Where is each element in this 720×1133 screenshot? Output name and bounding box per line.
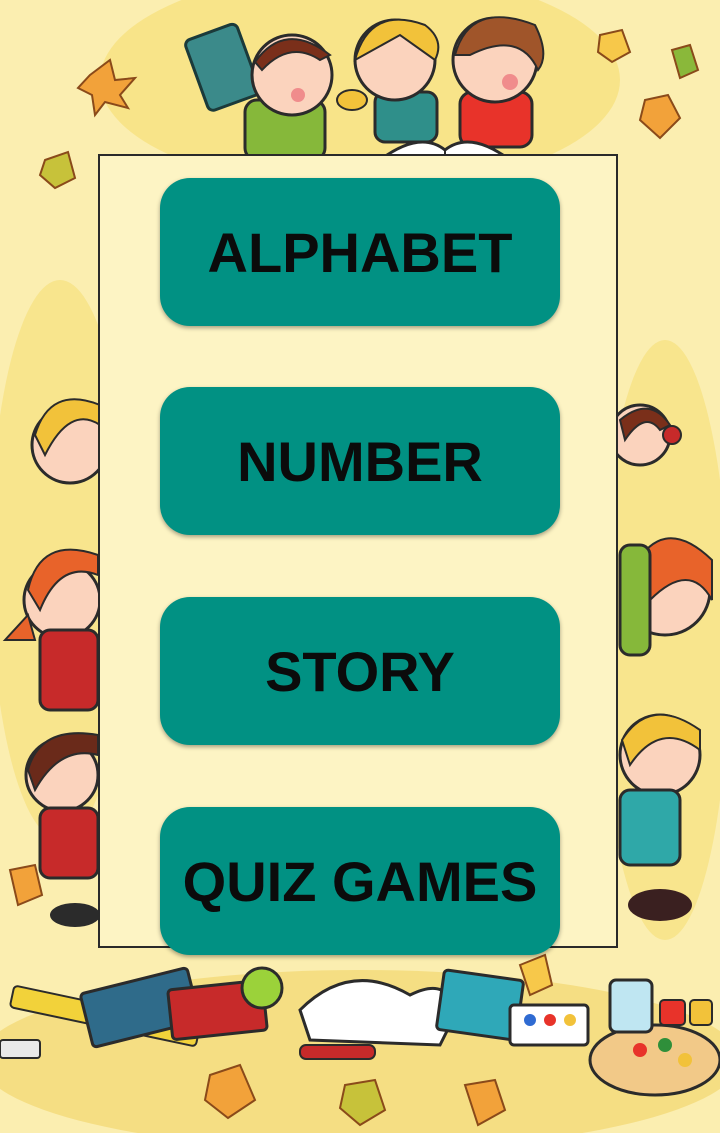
quiz-games-button-label: QUIZ GAMES bbox=[182, 849, 538, 913]
number-button-label: NUMBER bbox=[237, 429, 483, 493]
number-button[interactable]: NUMBER bbox=[160, 387, 560, 535]
story-button[interactable]: STORY bbox=[160, 597, 560, 745]
alphabet-button[interactable]: ALPHABET bbox=[160, 178, 560, 326]
quiz-games-button[interactable]: QUIZ GAMES bbox=[160, 807, 560, 955]
apple-icon bbox=[240, 966, 284, 1010]
alphabet-button-label: ALPHABET bbox=[207, 220, 513, 284]
story-button-label: STORY bbox=[265, 639, 455, 703]
